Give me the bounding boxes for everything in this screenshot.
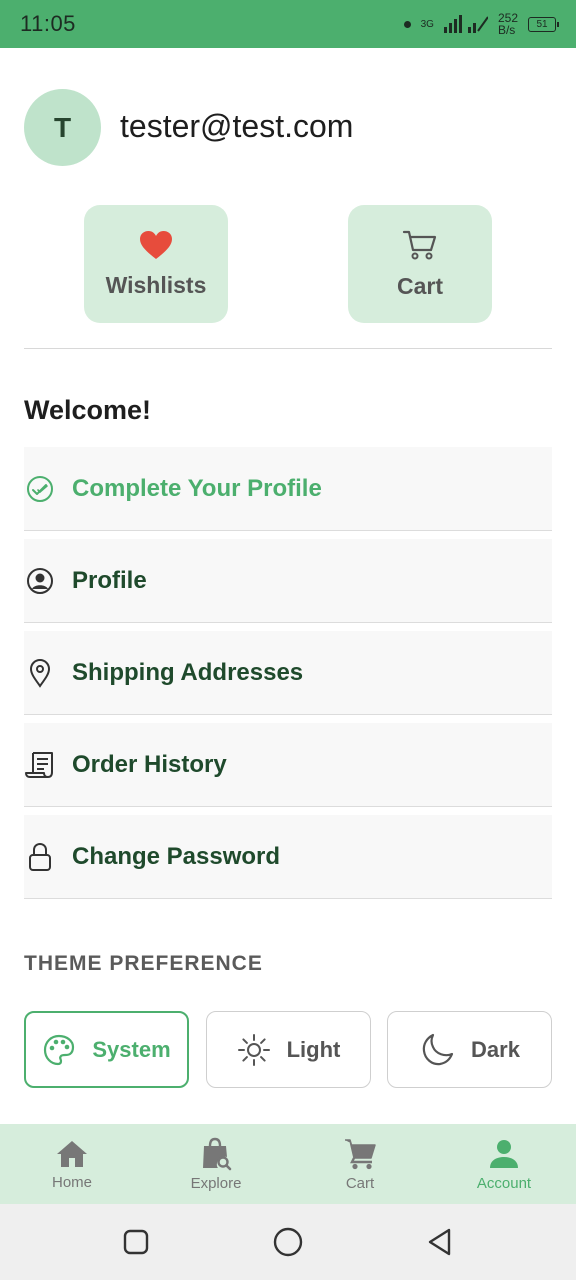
status-bar: 11:05 3G 252 B/s 51 xyxy=(0,0,576,48)
theme-heading: THEME PREFERENCE xyxy=(24,952,263,975)
cart-label: Cart xyxy=(396,272,443,299)
moon-icon xyxy=(422,1033,454,1065)
status-time: 11:05 xyxy=(20,11,76,36)
theme-light-button[interactable]: Light xyxy=(206,1011,371,1088)
explore-bag-icon xyxy=(203,1137,232,1170)
signal-icon xyxy=(443,15,488,33)
theme-system-button[interactable]: System xyxy=(24,1011,189,1088)
network-speed: 252 B/s xyxy=(498,12,518,36)
avatar[interactable]: T xyxy=(24,89,101,166)
battery-level: 51 xyxy=(536,18,548,30)
wishlists-label: Wishlists xyxy=(105,271,207,298)
theme-light-label: Light xyxy=(286,1036,341,1062)
nav-explore-label: Explore xyxy=(190,1174,242,1192)
menu-label-order-history: Order History xyxy=(72,750,227,778)
user-email: tester@test.com xyxy=(120,108,354,144)
check-circle-icon xyxy=(24,473,56,505)
menu-label-change-password: Change Password xyxy=(72,842,281,870)
nav-account[interactable]: Account xyxy=(432,1124,576,1204)
speed-unit: B/s xyxy=(497,23,516,37)
nav-home[interactable]: Home xyxy=(0,1124,144,1204)
nav-home-label: Home xyxy=(51,1173,92,1191)
menu-item-profile[interactable]: Profile xyxy=(24,539,552,623)
location-pin-icon xyxy=(24,657,56,689)
menu-item-change-password[interactable]: Change Password xyxy=(24,815,552,899)
nav-cart-label: Cart xyxy=(345,1174,375,1192)
lock-icon xyxy=(24,841,56,873)
avatar-initial: T xyxy=(53,111,72,143)
menu-item-complete-profile[interactable]: Complete Your Profile xyxy=(24,447,552,531)
bottom-nav: Home Explore Cart Account xyxy=(0,1124,576,1204)
nav-account-label: Account xyxy=(476,1174,532,1192)
back-triangle-icon[interactable] xyxy=(425,1226,455,1258)
palette-icon xyxy=(44,1034,75,1065)
nav-explore[interactable]: Explore xyxy=(144,1124,288,1204)
welcome-heading: Welcome! xyxy=(24,395,152,425)
notification-dot-icon xyxy=(403,20,411,28)
theme-system-label: System xyxy=(92,1036,171,1062)
nav-cart[interactable]: Cart xyxy=(288,1124,432,1204)
theme-dark-button[interactable]: Dark xyxy=(387,1011,552,1088)
user-circle-icon xyxy=(24,565,56,597)
recents-icon[interactable] xyxy=(121,1227,151,1257)
sun-icon xyxy=(237,1033,270,1066)
heart-icon xyxy=(140,230,172,259)
cart-icon xyxy=(345,1138,376,1169)
menu-item-order-history[interactable]: Order History xyxy=(24,723,552,807)
cart-icon xyxy=(402,230,437,259)
home-icon xyxy=(57,1140,87,1167)
divider xyxy=(24,348,552,349)
battery-icon: 51 xyxy=(528,16,559,32)
theme-dark-label: Dark xyxy=(471,1036,520,1062)
network-type: 3G xyxy=(420,18,434,30)
menu-label-shipping-addresses: Shipping Addresses xyxy=(72,658,304,686)
menu-label-complete-profile: Complete Your Profile xyxy=(72,474,322,502)
cart-button[interactable]: Cart xyxy=(348,205,492,323)
wishlists-button[interactable]: Wishlists xyxy=(84,205,228,323)
account-icon xyxy=(490,1139,518,1168)
home-circle-icon[interactable] xyxy=(272,1226,304,1258)
receipt-icon xyxy=(24,749,56,781)
menu-label-profile: Profile xyxy=(72,566,147,594)
system-nav-bar xyxy=(0,1204,576,1280)
status-indicators: 3G 252 B/s 51 xyxy=(403,12,559,36)
menu-item-shipping-addresses[interactable]: Shipping Addresses xyxy=(24,631,552,715)
